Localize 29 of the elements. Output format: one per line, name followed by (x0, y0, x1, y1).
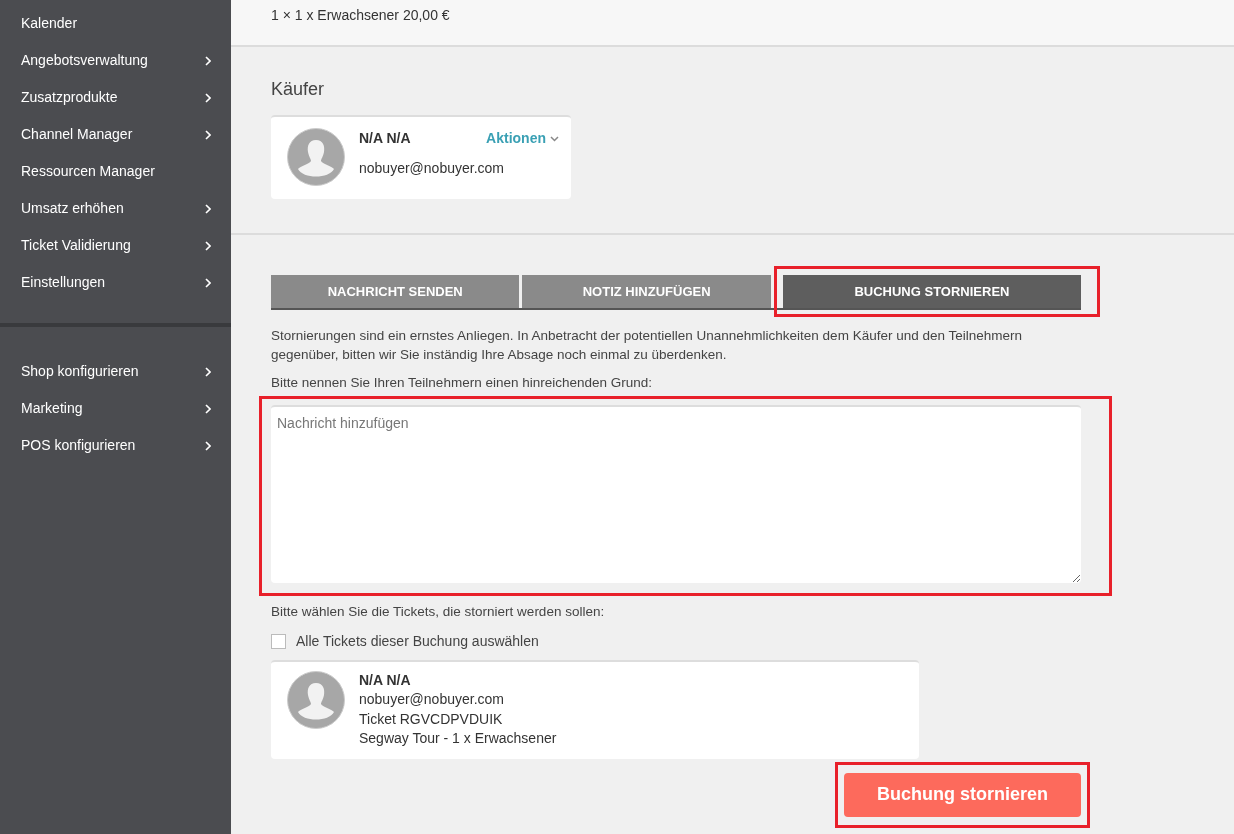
sidebar-item[interactable]: Angebotsverwaltung (0, 42, 231, 79)
sidebar-item[interactable]: Shop konfigurieren (0, 353, 231, 390)
section-heading: Käufer (271, 78, 326, 101)
sidebar-item[interactable]: Channel Manager (0, 116, 231, 153)
sidebar-item[interactable]: Umsatz erhöhen (0, 190, 231, 227)
order-line: 1 × 1 x Erwachsener 20,00 € (271, 7, 450, 23)
message-field[interactable]: Nachricht hinzufügen (271, 405, 1081, 584)
tickets-prompt: Bitte wählen Sie die Tickets, die storniert werden sollen: (271, 603, 606, 622)
chevron-down-icon (550, 135, 559, 142)
ticket-holder-name: N/A N/A (359, 670, 412, 690)
sidebar-item[interactable]: Zusatzprodukte (0, 79, 231, 116)
ticket-email: nobuyer@nobuyer.com (359, 690, 505, 709)
tab[interactable]: BUCHUNG STORNIEREN (782, 275, 1081, 308)
sidebar-item[interactable]: Einstellungen (0, 264, 231, 301)
ticket-code: Ticket RGVCDPVDUIK (359, 709, 504, 729)
ticket-product: Segway Tour - 1 x Erwachsener (359, 729, 557, 748)
sidebar-item[interactable]: Ticket Validierung (0, 227, 231, 264)
sidebar-item[interactable]: Kalender (0, 5, 231, 42)
buyer-email: nobuyer@nobuyer.com (359, 159, 505, 178)
reason-prompt: Bitte nennen Sie Ihren Teilnehmern einen hinreichenden Grund: (271, 374, 653, 392)
sidebar-item[interactable]: POS konfigurieren (0, 427, 231, 464)
avatar-icon (287, 128, 345, 186)
warning-text: Stornierungen sind ein ernstes Anliegen. In Anbetracht der potentiellen Unannehmlichkeiten dem Käufer und den Teilnehmern gegenüber, bitten wir Sie inständig Ihre Absage noch einmal zu überdenken. (271, 327, 1023, 364)
sidebar-item[interactable]: Marketing (0, 390, 231, 427)
avatar-icon (287, 670, 345, 729)
checkbox[interactable] (271, 633, 286, 649)
buyer-name: N/A N/A (359, 129, 411, 148)
checkbox-label: Alle Tickets dieser Buchung auswählen (296, 631, 539, 651)
sidebar-item[interactable]: Ressourcen Manager (0, 153, 231, 190)
